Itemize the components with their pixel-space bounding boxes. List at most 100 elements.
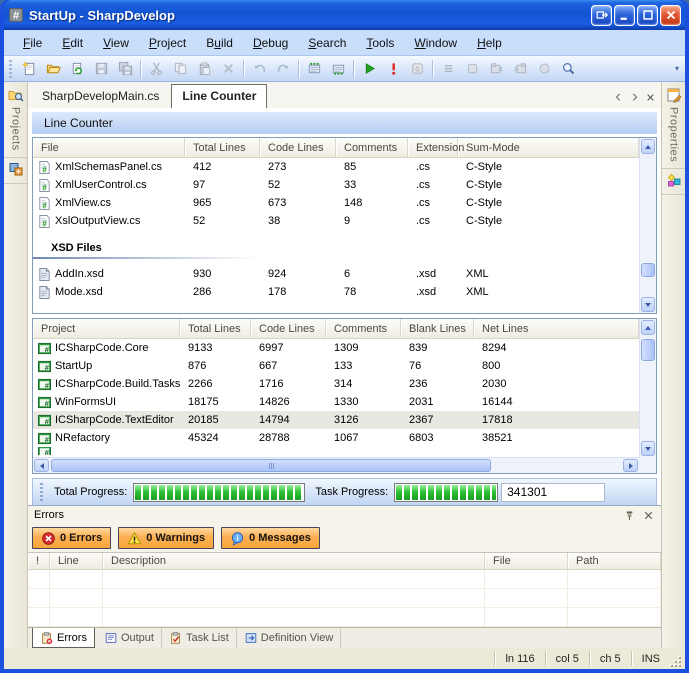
scroll-right-button[interactable] [623, 459, 638, 472]
menu-item-file[interactable]: File [14, 33, 51, 53]
column-header[interactable]: Code Lines [260, 138, 336, 157]
errors-column-header[interactable]: File [485, 553, 568, 569]
toolbar-overflow-button[interactable]: ▾ [671, 58, 683, 80]
refresh-file-button[interactable] [65, 58, 89, 80]
undo-button[interactable] [247, 58, 271, 80]
shade-button[interactable] [591, 5, 612, 26]
table-row[interactable]: #ICSharpCode.TextEditor20185147943126236… [33, 411, 639, 429]
book-next-button[interactable] [508, 58, 532, 80]
uncomment-region-button[interactable] [326, 58, 350, 80]
menu-item-view[interactable]: View [94, 33, 138, 53]
document-tab-1[interactable]: SharpDevelopMain.cs [32, 85, 169, 108]
table-row[interactable]: #ICSharpCode.Core9133699713098398294 [33, 339, 639, 357]
right-pad-tab-properties[interactable]: Properties [662, 84, 685, 169]
tab-scroll-right-icon[interactable] [628, 91, 641, 104]
filter-button-errors[interactable]: 0 Errors [32, 527, 111, 549]
vertical-scrollbar[interactable] [639, 319, 656, 457]
table-row[interactable]: #XslOutputView.cs52389.csC-Style [33, 212, 639, 230]
book-previous-button[interactable] [484, 58, 508, 80]
table-row[interactable]: #ICSharpCode.Build.Tasks2266171631423620… [33, 375, 639, 393]
menu-item-build[interactable]: Build [197, 33, 242, 53]
run-button[interactable] [357, 58, 381, 80]
menu-item-search[interactable]: Search [299, 33, 355, 53]
filter-button-messages[interactable]: i0 Messages [221, 527, 320, 549]
delete-button[interactable] [216, 58, 240, 80]
menu-item-project[interactable]: Project [140, 33, 195, 53]
toolbar-grip[interactable] [40, 483, 43, 501]
save-all-button[interactable] [113, 58, 137, 80]
table-row[interactable]: # [33, 447, 639, 455]
table-row[interactable]: #XmlSchemasPanel.cs41227385.csC-Style [33, 158, 639, 176]
table-row[interactable]: #WinFormsUI18175148261330203116144 [33, 393, 639, 411]
scrollbar-thumb[interactable] [641, 263, 655, 277]
errors-column-header[interactable]: ! [28, 553, 50, 569]
open-file-button[interactable] [41, 58, 65, 80]
errors-column-header[interactable]: Path [568, 553, 661, 569]
vertical-scrollbar[interactable] [639, 138, 656, 313]
column-header[interactable]: Total Lines [180, 319, 251, 338]
scrollbar-thumb[interactable] [51, 459, 491, 472]
errors-column-header[interactable]: Line [50, 553, 103, 569]
menu-item-window[interactable]: Window [405, 33, 466, 53]
tab-scroll-left-icon[interactable] [612, 91, 625, 104]
panel-tab-task-list[interactable]: Task List [162, 628, 237, 648]
column-header[interactable]: Code Lines [251, 319, 326, 338]
cut-button[interactable] [144, 58, 168, 80]
column-header[interactable]: Comments [326, 319, 401, 338]
redo-button[interactable] [271, 58, 295, 80]
close-button[interactable] [660, 5, 681, 26]
panel-tab-output[interactable]: Output [97, 628, 162, 648]
zero-counter-button[interactable]: 0 [405, 58, 429, 80]
scroll-left-button[interactable] [34, 459, 49, 472]
document-tab-2[interactable]: Line Counter [171, 84, 267, 108]
pin-icon[interactable] [623, 509, 636, 522]
column-header[interactable]: Comments [336, 138, 408, 157]
table-row[interactable]: Mode.xsd28617878.xsdXML [33, 283, 639, 301]
horizontal-scrollbar[interactable] [33, 457, 639, 473]
menu-item-debug[interactable]: Debug [244, 33, 297, 53]
column-header[interactable]: File [33, 138, 185, 157]
web-browser-button[interactable] [532, 58, 556, 80]
maximize-button[interactable] [637, 5, 658, 26]
panel-tab-definition-view[interactable]: Definition View [237, 628, 342, 648]
menu-item-help[interactable]: Help [468, 33, 511, 53]
column-header[interactable]: Blank Lines [401, 319, 474, 338]
column-header[interactable]: Total Lines [185, 138, 260, 157]
save-file-button[interactable] [89, 58, 113, 80]
table-row[interactable]: #XmlUserControl.cs975233.csC-Style [33, 176, 639, 194]
left-pad-tab-projects[interactable]: Projects [4, 84, 27, 158]
title-bar[interactable]: # StartUp - SharpDevelop [4, 0, 685, 30]
scroll-down-button[interactable] [641, 297, 655, 312]
tab-close-icon[interactable] [644, 91, 657, 104]
panel-close-icon[interactable] [642, 509, 655, 522]
abort-button[interactable] [381, 58, 405, 80]
table-row[interactable]: AddIn.xsd9309246.xsdXML [33, 265, 639, 283]
paste-button[interactable] [192, 58, 216, 80]
scroll-up-button[interactable] [641, 139, 655, 154]
scroll-up-button[interactable] [641, 320, 655, 335]
resize-grip[interactable] [670, 656, 683, 669]
column-header[interactable]: Project [33, 319, 180, 338]
column-header[interactable]: Sum-Mode [458, 138, 639, 157]
blank-square-button[interactable] [460, 58, 484, 80]
scroll-down-button[interactable] [641, 441, 655, 456]
line-list-button[interactable] [436, 58, 460, 80]
comment-region-button[interactable] [302, 58, 326, 80]
left-pad-tab-icon1[interactable] [4, 158, 27, 184]
column-header[interactable]: Net Lines [474, 319, 639, 338]
search-button[interactable] [556, 58, 580, 80]
table-row[interactable]: #StartUp87666713376800 [33, 357, 639, 375]
filter-button-warnings[interactable]: 0 Warnings [118, 527, 214, 549]
right-pad-tab-icon1[interactable] [662, 169, 685, 195]
menu-item-tools[interactable]: Tools [357, 33, 403, 53]
scrollbar-thumb[interactable] [641, 339, 655, 361]
panel-tab-errors[interactable]: Errors [32, 628, 95, 648]
table-row[interactable]: #XmlView.cs965673148.csC-Style [33, 194, 639, 212]
toolbar-grip[interactable] [9, 60, 12, 78]
copy-button[interactable] [168, 58, 192, 80]
errors-column-header[interactable]: Description [103, 553, 485, 569]
new-file-button[interactable] [17, 58, 41, 80]
menu-item-edit[interactable]: Edit [53, 33, 92, 53]
minimize-button[interactable] [614, 5, 635, 26]
column-header[interactable]: Extension [408, 138, 458, 157]
